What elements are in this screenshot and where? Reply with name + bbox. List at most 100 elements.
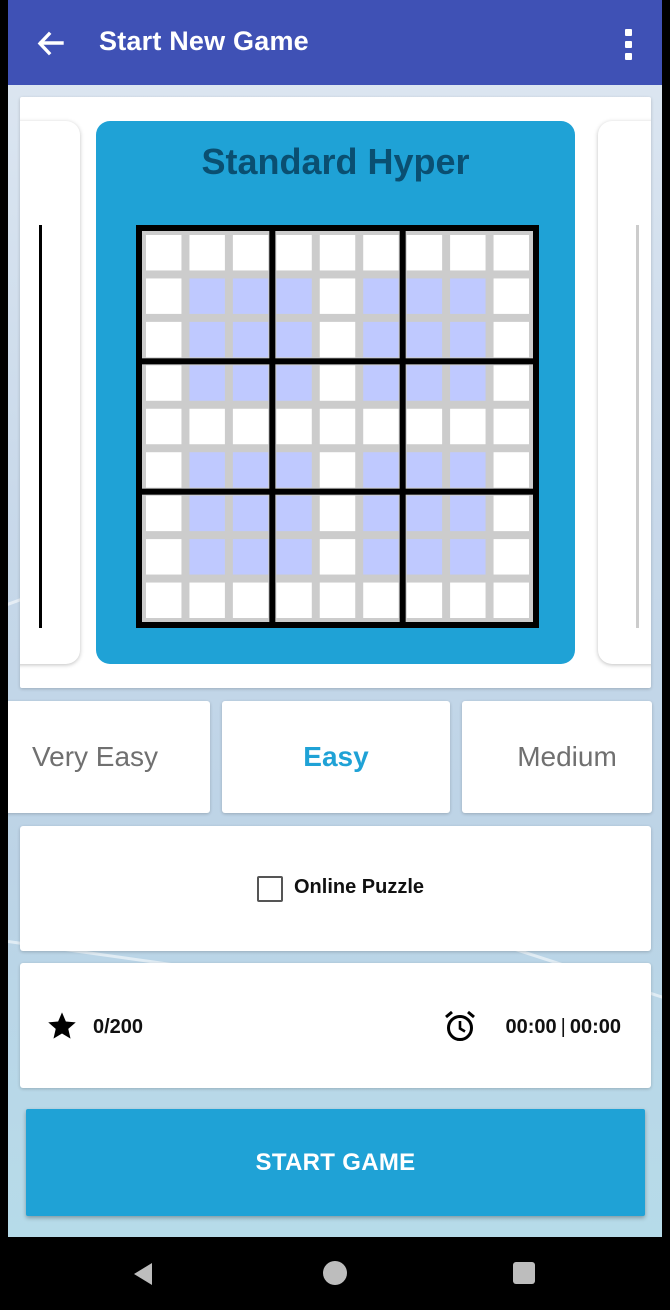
hyper-cell — [406, 365, 443, 401]
box-divider — [136, 488, 539, 495]
hyper-cell — [189, 452, 225, 488]
nav-home-icon[interactable] — [323, 1261, 347, 1285]
hyper-cell — [276, 321, 312, 358]
grid-cell — [493, 452, 529, 488]
grid-cell — [319, 495, 356, 532]
arrow-back-icon — [37, 31, 64, 56]
grid-edge — [636, 225, 639, 628]
hyper-cell — [450, 452, 486, 488]
grid-cell — [363, 235, 399, 271]
hyper-cell — [363, 495, 399, 532]
current-puzzle-card[interactable]: Standard Hyper — [96, 121, 575, 664]
hyper-cell — [232, 452, 269, 488]
hyper-cell — [276, 278, 312, 314]
next-puzzle-card[interactable] — [598, 121, 651, 664]
box-divider — [136, 358, 539, 365]
grid-cell — [319, 539, 356, 575]
hyper-cell — [450, 278, 486, 314]
hyper-cell — [276, 452, 312, 488]
grid-cell — [232, 235, 269, 271]
average-time: 00:00 — [569, 1016, 621, 1038]
grid-cell — [232, 582, 269, 618]
grid-cell — [450, 582, 486, 618]
score-value: 0/200 — [93, 1016, 144, 1038]
grid-cell — [146, 452, 182, 488]
nav-recents-icon[interactable] — [513, 1262, 535, 1284]
hyper-cell — [232, 495, 269, 532]
puzzle-type-carousel[interactable]: Standard Hyper — [20, 97, 651, 688]
hyper-cell — [450, 365, 486, 401]
grid-cell — [493, 539, 529, 575]
hyper-cell — [450, 539, 486, 575]
best-time: 00:00 — [505, 1016, 557, 1038]
start-game-button[interactable]: START GAME — [26, 1109, 645, 1216]
box-divider — [269, 225, 276, 628]
hyper-cell — [363, 365, 399, 401]
grid-cell — [319, 278, 356, 314]
grid-cell — [146, 278, 182, 314]
grid-cell — [189, 408, 225, 445]
hyper-cell — [232, 278, 269, 314]
grid-cell — [363, 408, 399, 445]
difficulty-medium[interactable]: Medium — [462, 701, 652, 813]
hyper-cell — [189, 365, 225, 401]
stats-card: 0/200 00:00 | 00:00 — [20, 963, 651, 1088]
hyper-cell — [189, 321, 225, 358]
back-button[interactable] — [30, 24, 70, 64]
hyper-cell — [450, 495, 486, 532]
hyper-cell — [276, 495, 312, 532]
grid-cell — [493, 321, 529, 358]
grid-cell — [493, 582, 529, 618]
more-vert-icon — [624, 40, 632, 48]
app-bar: Start New Game — [8, 0, 662, 85]
more-vert-icon — [624, 52, 632, 60]
difficulty-selector: Very Easy Easy Medium — [8, 701, 662, 814]
grid-cell — [189, 582, 225, 618]
grid-cell — [363, 582, 399, 618]
difficulty-easy[interactable]: Easy — [222, 701, 450, 813]
hyper-cell — [363, 321, 399, 358]
alarm-icon — [445, 1010, 475, 1041]
hyper-cell — [406, 278, 443, 314]
hyper-cell — [406, 539, 443, 575]
page-title: Start New Game — [99, 26, 309, 56]
online-puzzle-checkbox[interactable] — [257, 876, 283, 902]
hyper-cell — [406, 495, 443, 532]
grid-cell — [146, 235, 182, 271]
hyper-cell — [363, 539, 399, 575]
hyper-cell — [232, 365, 269, 401]
grid-cell — [146, 582, 182, 618]
hyper-cell — [189, 495, 225, 532]
online-puzzle-label[interactable]: Online Puzzle — [294, 876, 424, 899]
hyper-cell — [232, 539, 269, 575]
box-divider — [399, 225, 406, 628]
grid-cell — [319, 235, 356, 271]
grid-cell — [450, 235, 486, 271]
previous-puzzle-card[interactable] — [20, 121, 80, 664]
time-separator: | — [560, 1016, 566, 1038]
grid-cell — [493, 235, 529, 271]
grid-cell — [319, 365, 356, 401]
difficulty-very-easy[interactable]: Very Easy — [8, 701, 210, 813]
app-screen: Start New Game Standard Hyper Very Easy … — [8, 0, 662, 1237]
more-options-button[interactable] — [614, 24, 642, 64]
hyper-cell — [232, 321, 269, 358]
nav-back-icon[interactable] — [130, 1261, 156, 1287]
sudoku-preview-grid — [136, 225, 539, 628]
more-vert-icon — [624, 28, 632, 36]
grid-cell — [493, 278, 529, 314]
grid-cell — [406, 582, 443, 618]
grid-cell — [276, 235, 312, 271]
grid-cell — [146, 365, 182, 401]
grid-cell — [493, 495, 529, 532]
hyper-cell — [189, 539, 225, 575]
hyper-cell — [450, 321, 486, 358]
hyper-cell — [276, 539, 312, 575]
hyper-cell — [406, 321, 443, 358]
time-display: 00:00 | 00:00 — [505, 1016, 621, 1039]
grid-cell — [189, 235, 225, 271]
hyper-cell — [189, 278, 225, 314]
star-icon — [48, 1012, 76, 1039]
puzzle-type-name: Standard Hyper — [201, 141, 470, 182]
hyper-cell — [363, 452, 399, 488]
